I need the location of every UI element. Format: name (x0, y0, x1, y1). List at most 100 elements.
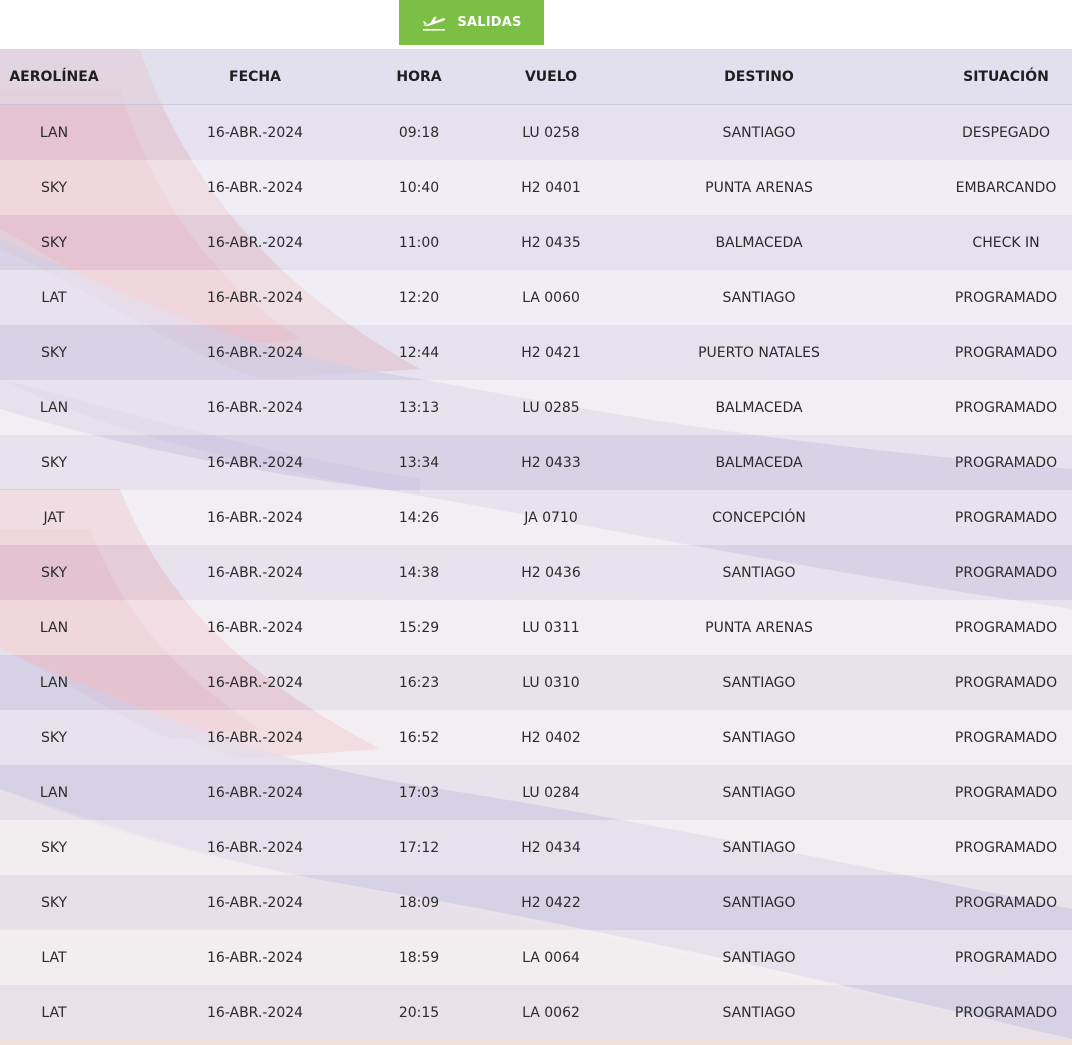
cell-destination: SANTIAGO (722, 949, 796, 966)
table-row: SKY 16-ABR.-2024 11:00 H2 0435 BALMACEDA… (0, 215, 1072, 270)
cell-destination: SANTIAGO (722, 289, 796, 306)
table-row: SKY 16-ABR.-2024 17:12 H2 0434 SANTIAGO … (0, 820, 1072, 875)
table-row: LAN 16-ABR.-2024 15:29 LU 0311 PUNTA ARE… (0, 600, 1072, 655)
cell-status: PROGRAMADO (954, 289, 1058, 306)
table-row: JAT 16-ABR.-2024 14:26 JA 0710 CONCEPCIÓ… (0, 490, 1072, 545)
cell-airline: LAN (39, 124, 69, 141)
cell-status: CHECK IN (972, 234, 1040, 251)
cell-airline: SKY (40, 179, 68, 196)
cell-status: PROGRAMADO (954, 399, 1058, 416)
table-row: SKY 16-ABR.-2024 10:40 H2 0401 PUNTA ARE… (0, 160, 1072, 215)
cell-time: 12:44 (398, 344, 440, 361)
cell-status: EMBARCANDO (955, 179, 1057, 196)
cell-status: PROGRAMADO (954, 564, 1058, 581)
cell-destination: PUERTO NATALES (698, 344, 820, 361)
table-row: LAN 16-ABR.-2024 09:18 LU 0258 SANTIAGO … (0, 105, 1072, 160)
header-time: HORA (396, 68, 442, 85)
table-row: LAN 16-ABR.-2024 17:03 LU 0284 SANTIAGO … (0, 765, 1072, 820)
cell-destination: SANTIAGO (722, 674, 796, 691)
cell-time: 10:40 (398, 179, 440, 196)
cell-date: 16-ABR.-2024 (206, 839, 304, 856)
cell-airline: LAN (39, 619, 69, 636)
cell-status: PROGRAMADO (954, 894, 1058, 911)
table-header: AEROLÍNEA FECHA HORA VUELO DESTINO SITUA… (0, 49, 1072, 105)
header-airline: AEROLÍNEA (9, 68, 99, 85)
cell-date: 16-ABR.-2024 (206, 784, 304, 801)
cell-date: 16-ABR.-2024 (206, 344, 304, 361)
table-row: LAN 16-ABR.-2024 16:23 LU 0310 SANTIAGO … (0, 655, 1072, 710)
cell-date: 16-ABR.-2024 (206, 399, 304, 416)
cell-date: 16-ABR.-2024 (206, 124, 304, 141)
cell-destination: BALMACEDA (715, 399, 803, 416)
cell-destination: PUNTA ARENAS (705, 179, 813, 196)
cell-flight: LU 0311 (522, 619, 580, 636)
cell-flight: LU 0284 (522, 784, 580, 801)
cell-status: PROGRAMADO (954, 949, 1058, 966)
cell-airline: LAT (41, 949, 67, 966)
cell-time: 11:00 (398, 234, 440, 251)
cell-date: 16-ABR.-2024 (206, 234, 304, 251)
cell-destination: SANTIAGO (722, 784, 796, 801)
table-row: LAT 16-ABR.-2024 18:59 LA 0064 SANTIAGO … (0, 930, 1072, 985)
table-row: LAT 16-ABR.-2024 20:15 LA 0062 SANTIAGO … (0, 985, 1072, 1040)
cell-airline: LAT (41, 1004, 67, 1021)
cell-airline: LAT (41, 289, 67, 306)
cell-date: 16-ABR.-2024 (206, 949, 304, 966)
cell-airline: LAN (39, 784, 69, 801)
table-row: LAN 16-ABR.-2024 13:13 LU 0285 BALMACEDA… (0, 380, 1072, 435)
cell-status: PROGRAMADO (954, 619, 1058, 636)
cell-time: 16:23 (398, 674, 440, 691)
cell-destination: CONCEPCIÓN (712, 509, 806, 526)
cell-airline: SKY (40, 454, 68, 471)
cell-airline: SKY (40, 344, 68, 361)
cell-date: 16-ABR.-2024 (206, 289, 304, 306)
flight-board-page: SALIDAS AEROLÍNEA FECHA HORA VUELO DESTI… (0, 0, 1072, 1045)
cell-flight: H2 0421 (521, 344, 581, 361)
cell-destination: SANTIAGO (722, 894, 796, 911)
cell-date: 16-ABR.-2024 (206, 674, 304, 691)
cell-status: PROGRAMADO (954, 509, 1058, 526)
flight-table: AEROLÍNEA FECHA HORA VUELO DESTINO SITUA… (0, 49, 1072, 1045)
cell-date: 16-ABR.-2024 (206, 454, 304, 471)
cell-status: DESPEGADO (961, 124, 1051, 141)
cell-date: 16-ABR.-2024 (206, 509, 304, 526)
cell-destination: SANTIAGO (722, 564, 796, 581)
tab-salidas[interactable]: SALIDAS (399, 0, 544, 45)
cell-destination: SANTIAGO (722, 1004, 796, 1021)
header-date: FECHA (229, 68, 281, 85)
cell-destination: BALMACEDA (715, 454, 803, 471)
tab-salidas-label: SALIDAS (457, 15, 522, 30)
cell-destination: BALMACEDA (715, 234, 803, 251)
cell-time: 14:38 (398, 564, 440, 581)
table-row: SKY 16-ABR.-2024 18:09 H2 0422 SANTIAGO … (0, 875, 1072, 930)
cell-time: 12:20 (398, 289, 440, 306)
cell-status: PROGRAMADO (954, 1004, 1058, 1021)
cell-date: 16-ABR.-2024 (206, 1004, 304, 1021)
cell-airline: SKY (40, 564, 68, 581)
cell-date: 16-ABR.-2024 (206, 894, 304, 911)
cell-flight: H2 0401 (521, 179, 581, 196)
header-flight: VUELO (524, 68, 578, 85)
cell-time: 18:09 (398, 894, 440, 911)
cell-status: PROGRAMADO (954, 344, 1058, 361)
cell-time: 16:52 (398, 729, 440, 746)
cell-flight: H2 0435 (521, 234, 581, 251)
cell-status: PROGRAMADO (954, 729, 1058, 746)
cell-airline: LAN (39, 674, 69, 691)
cell-flight: LA 0060 (522, 289, 580, 306)
cell-time: 17:03 (398, 784, 440, 801)
cell-airline: SKY (40, 839, 68, 856)
cell-time: 09:18 (398, 124, 440, 141)
cell-time: 20:15 (398, 1004, 440, 1021)
cell-destination: SANTIAGO (722, 839, 796, 856)
table-row: SKY 16-ABR.-2024 13:34 H2 0433 BALMACEDA… (0, 435, 1072, 490)
cell-flight: LA 0064 (522, 949, 580, 966)
cell-flight: LU 0258 (522, 124, 580, 141)
cell-time: 13:13 (398, 399, 440, 416)
cell-airline: JAT (43, 509, 65, 526)
cell-airline: LAN (39, 399, 69, 416)
cell-airline: SKY (40, 729, 68, 746)
cell-status: PROGRAMADO (954, 784, 1058, 801)
header-destination: DESTINO (724, 68, 794, 85)
cell-airline: SKY (40, 234, 68, 251)
